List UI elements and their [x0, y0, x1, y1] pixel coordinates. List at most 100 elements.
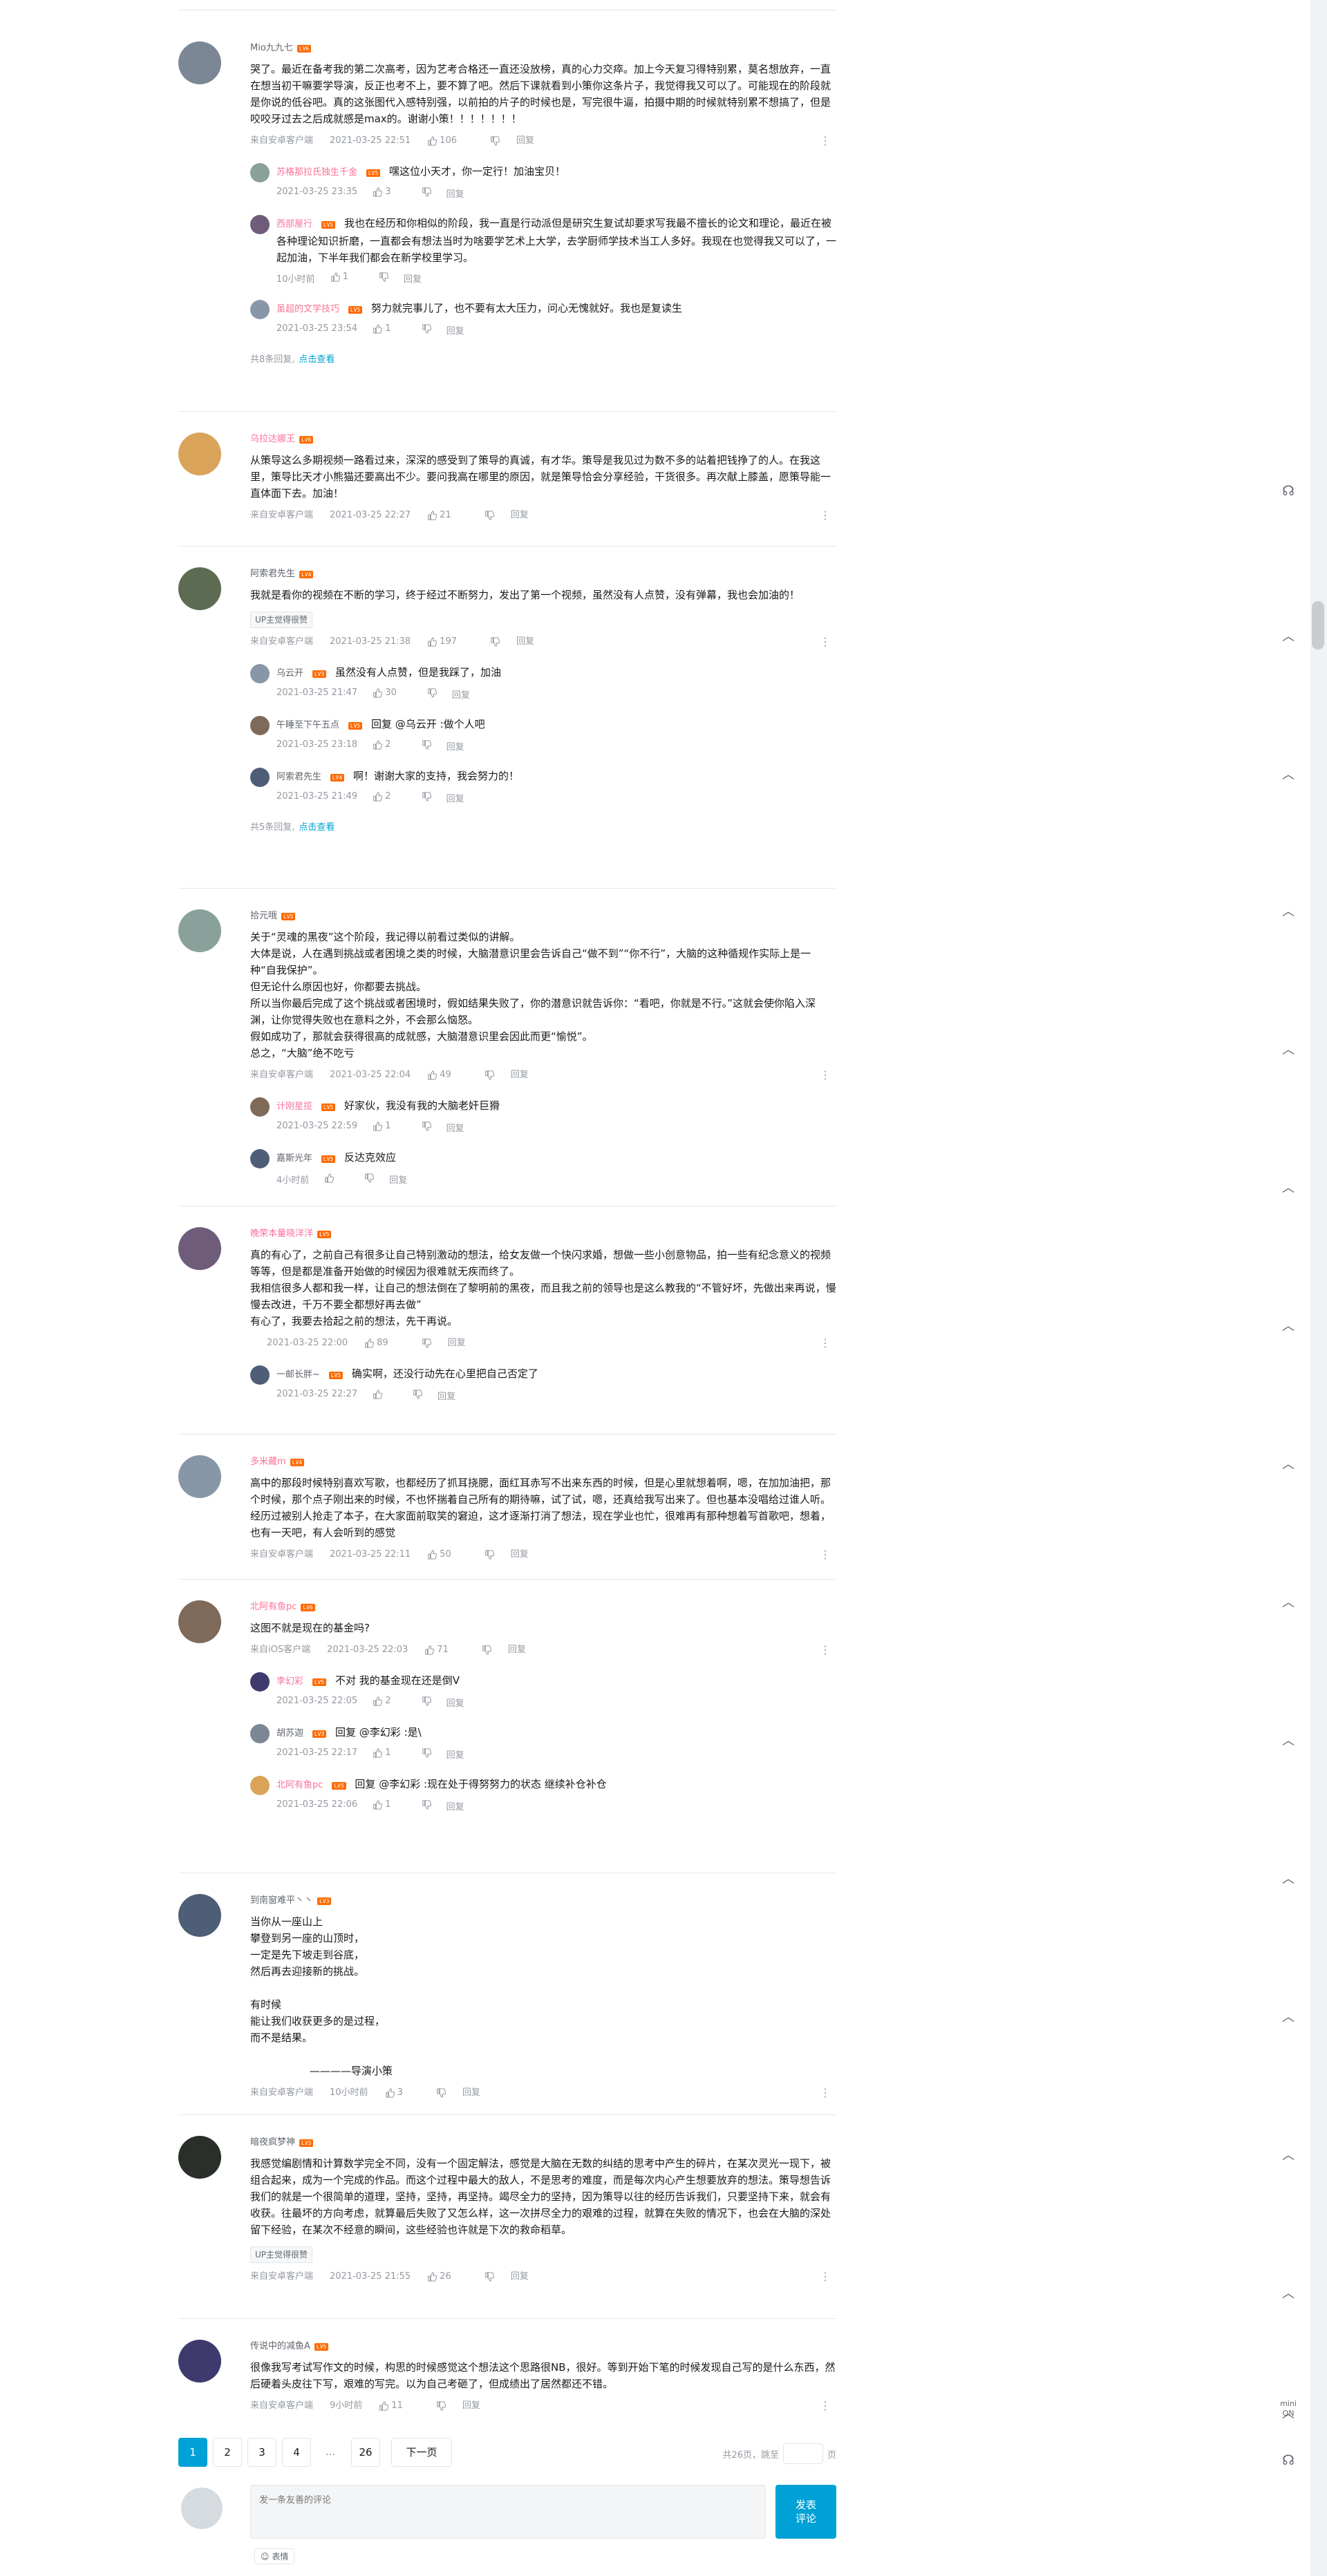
like-button[interactable]: 3	[385, 2086, 420, 2100]
like-button[interactable]: 2	[373, 1696, 406, 1709]
user-name[interactable]: 午睡至下午五点	[276, 720, 339, 730]
avatar[interactable]	[250, 664, 270, 683]
user-name[interactable]: 一邮长胖~	[276, 1370, 320, 1380]
like-button[interactable]: 71	[424, 1643, 465, 1657]
dislike-button[interactable]	[484, 1550, 494, 1560]
like-button[interactable]: 2	[373, 739, 406, 752]
avatar[interactable]	[250, 716, 270, 735]
avatar[interactable]	[250, 1776, 270, 1795]
back-to-top-icon[interactable]: ︿	[1272, 894, 1305, 927]
more-options-icon[interactable]: ⋮	[820, 2086, 831, 2099]
avatar[interactable]	[178, 1227, 221, 1270]
reply-button[interactable]: 回复	[446, 791, 464, 804]
reply-button[interactable]: 回复	[404, 272, 422, 285]
reply-button[interactable]: 回复	[437, 1389, 455, 1402]
more-options-icon[interactable]: ⋮	[820, 1548, 831, 1561]
reply-button[interactable]: 回复	[446, 1748, 464, 1761]
customer-service-icon[interactable]: ☊	[1272, 2443, 1305, 2476]
reply-button[interactable]: 回复	[446, 739, 464, 752]
next-page-button[interactable]: 下一页	[391, 2438, 452, 2467]
page-3-button[interactable]: 3	[247, 2438, 276, 2467]
reply-button[interactable]: 回复	[508, 1643, 526, 1657]
reply-button[interactable]: 回复	[446, 1121, 464, 1134]
like-button[interactable]: 89	[364, 1336, 405, 1350]
like-button[interactable]: 1	[373, 1748, 406, 1761]
back-to-top-icon[interactable]: ︿	[1272, 1447, 1305, 1480]
back-to-top-icon[interactable]: ︿	[1272, 1309, 1305, 1342]
back-to-top-icon[interactable]: ︿	[1272, 2138, 1305, 2171]
reply-button[interactable]: 回复	[511, 1548, 529, 1562]
back-to-top-icon[interactable]: ︿	[1272, 2276, 1305, 2309]
dislike-button[interactable]	[436, 2088, 446, 2098]
reply-button[interactable]: 回复	[448, 1336, 466, 1350]
reply-button[interactable]: 回复	[446, 1696, 464, 1709]
dislike-button[interactable]	[422, 791, 431, 804]
view-more-link[interactable]: 点击查看	[299, 354, 335, 365]
user-name[interactable]: 北阿有鱼pc	[250, 1600, 297, 1614]
dislike-button[interactable]	[364, 1173, 375, 1186]
avatar[interactable]	[250, 1724, 270, 1743]
user-name[interactable]: 多米藏m	[250, 1455, 286, 1469]
avatar[interactable]	[178, 1894, 221, 1937]
more-options-icon[interactable]: ⋮	[820, 1068, 831, 1081]
user-name[interactable]: 计刚星揽	[276, 1101, 312, 1112]
back-to-top-icon[interactable]: ︿	[1272, 1032, 1305, 1066]
dislike-button[interactable]	[422, 1338, 431, 1348]
avatar[interactable]	[250, 1672, 270, 1692]
like-button[interactable]	[324, 1173, 349, 1186]
like-button[interactable]: 11	[379, 2399, 420, 2413]
dislike-button[interactable]	[490, 637, 500, 647]
like-button[interactable]: 2	[373, 791, 406, 804]
mini-player-toggle[interactable]: mini ON	[1277, 2399, 1299, 2418]
reply-button[interactable]: 回复	[446, 323, 464, 337]
user-name[interactable]: 晚荣本量晓洋洋	[250, 1227, 313, 1241]
dislike-button[interactable]	[422, 739, 431, 752]
more-options-icon[interactable]: ⋮	[820, 134, 831, 147]
dislike-button[interactable]	[436, 2401, 446, 2411]
more-options-icon[interactable]: ⋮	[820, 635, 831, 648]
reply-button[interactable]: 回复	[511, 2270, 529, 2284]
avatar[interactable]	[250, 163, 270, 182]
like-button[interactable]: 49	[427, 1068, 468, 1082]
user-name[interactable]: 北阿有鱼pc	[276, 1780, 323, 1790]
scrollbar-thumb[interactable]	[1312, 601, 1324, 650]
avatar[interactable]	[178, 2136, 221, 2179]
back-to-top-icon[interactable]: ︿	[1272, 619, 1305, 652]
like-button[interactable]: 1	[373, 1799, 406, 1812]
user-name[interactable]: 传说中的减鱼A	[250, 2340, 310, 2354]
user-name[interactable]: 嘉斯光年	[276, 1153, 312, 1164]
reply-button[interactable]: 回复	[511, 1068, 529, 1082]
avatar[interactable]	[178, 1600, 221, 1643]
back-to-top-icon[interactable]: ︿	[1272, 1723, 1305, 1756]
avatar[interactable]	[178, 2340, 221, 2383]
user-name[interactable]: Mio九九七	[250, 41, 293, 55]
reply-button[interactable]: 回复	[389, 1173, 407, 1186]
more-options-icon[interactable]: ⋮	[820, 1336, 831, 1349]
view-more-link[interactable]: 点击查看	[299, 822, 335, 833]
like-button[interactable]: 106	[427, 134, 473, 148]
reply-button[interactable]: 回复	[462, 2086, 480, 2100]
user-name[interactable]: 阿索君先生	[276, 772, 321, 782]
dislike-button[interactable]	[413, 1389, 423, 1402]
user-name[interactable]: 到南窗难平丶丶	[250, 1894, 313, 1908]
back-to-top-icon[interactable]: ︿	[1272, 757, 1305, 790]
avatar[interactable]	[250, 215, 270, 234]
like-button[interactable]: 26	[427, 2270, 468, 2284]
page-1-button[interactable]: 1	[178, 2438, 207, 2467]
reply-button[interactable]: 回复	[511, 509, 529, 522]
dislike-button[interactable]	[422, 1121, 431, 1134]
user-name[interactable]: 阿索君先生	[250, 567, 295, 581]
user-name[interactable]: 苏格那拉氏独生千金	[276, 167, 357, 178]
avatar[interactable]	[178, 1455, 221, 1498]
like-button[interactable]: 1	[373, 323, 406, 337]
user-name[interactable]: 西部屋行	[276, 219, 312, 229]
avatar[interactable]	[250, 1365, 270, 1385]
avatar[interactable]	[250, 1149, 270, 1168]
like-button[interactable]: 21	[427, 509, 468, 522]
user-name[interactable]: 暗夜疯梦神	[250, 2136, 295, 2150]
avatar[interactable]	[178, 433, 221, 475]
reply-button[interactable]: 回复	[446, 187, 464, 200]
reply-button[interactable]: 回复	[516, 134, 534, 148]
back-to-top-icon[interactable]: ︿	[1272, 1585, 1305, 1618]
scrollbar[interactable]	[1310, 0, 1327, 2576]
